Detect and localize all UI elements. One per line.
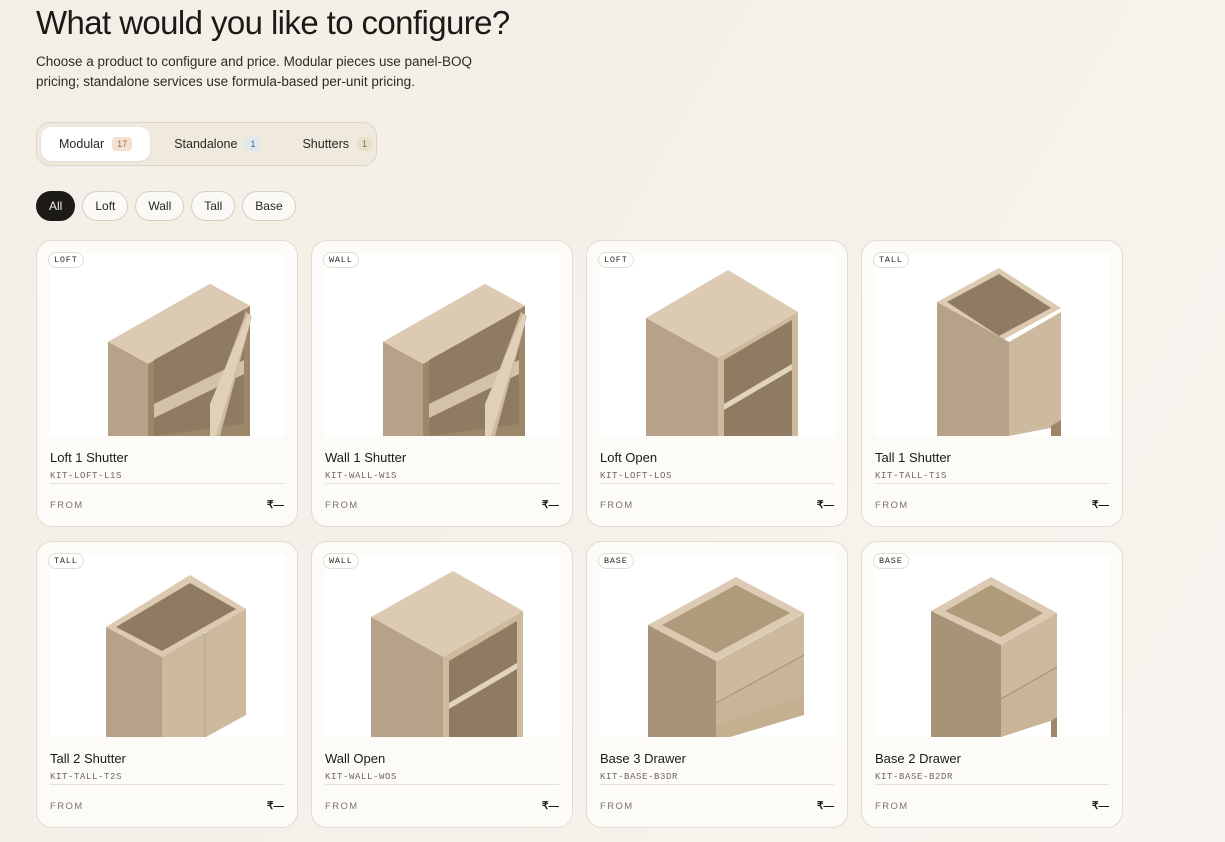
product-sku: KIT-TALL-T2S (50, 772, 123, 782)
tab-count-badge: 17 (112, 137, 133, 151)
price-value: ₹— (541, 499, 559, 511)
filter-chip-loft[interactable]: Loft (82, 191, 129, 221)
product-thumbnail (325, 555, 560, 737)
cabinet-open-shelves-icon (646, 270, 798, 436)
divider (600, 483, 834, 484)
product-name: Wall 1 Shutter (325, 450, 407, 465)
product-sku: KIT-BASE-B2DR (875, 772, 954, 782)
product-name: Loft 1 Shutter (50, 450, 129, 465)
category-tag: WALL (323, 553, 359, 569)
product-thumbnail (50, 254, 285, 436)
price-value: ₹— (266, 499, 284, 511)
product-card[interactable]: BASE Base 3 Drawer KIT-BASE-B3DR FROM ₹— (586, 541, 848, 828)
price-from-label: FROM (875, 801, 909, 812)
price-value: ₹— (541, 800, 559, 812)
product-sku: KIT-TALL-T1S (875, 471, 948, 481)
cabinet-three-drawer-icon (648, 577, 805, 737)
price-value: ₹— (266, 800, 284, 812)
tab-label: Shutters (302, 137, 350, 151)
tab-modular[interactable]: Modular 17 (41, 127, 151, 161)
product-name: Base 2 Drawer (875, 751, 961, 766)
product-sku: KIT-LOFT-LOS (600, 471, 673, 481)
page-subtitle: Choose a product to configure and price.… (36, 54, 473, 89)
filter-chips: All Loft Wall Tall Base (36, 191, 296, 221)
product-card[interactable]: WALL Wall 1 Shutter KIT-WALL-W1S FROM ₹— (311, 240, 573, 527)
filter-chip-base[interactable]: Base (242, 191, 296, 221)
price-value: ₹— (1091, 499, 1109, 511)
product-card[interactable]: BASE Base 2 Drawer KIT-BASE-B2DR FROM ₹— (861, 541, 1123, 828)
product-thumbnail (600, 555, 835, 737)
category-tag: WALL (323, 252, 359, 268)
divider (600, 784, 834, 785)
category-tag: BASE (873, 553, 909, 569)
tab-label: Modular (59, 137, 105, 151)
divider (50, 483, 284, 484)
tab-standalone[interactable]: Standalone 1 (156, 127, 278, 161)
product-sku: KIT-WALL-WOS (325, 772, 398, 782)
product-thumbnail (875, 555, 1110, 737)
tab-count-badge: 1 (245, 137, 261, 151)
product-name: Loft Open (600, 450, 658, 465)
cabinet-one-shutter-open-icon (108, 284, 252, 436)
product-card[interactable]: WALL Wall Open KIT-WALL-WOS FROM ₹— (311, 541, 573, 828)
page-title: What would you like to configure? (36, 4, 510, 41)
filter-chip-all[interactable]: All (36, 191, 76, 221)
tab-shutters[interactable]: Shutters 1 (284, 127, 390, 161)
cabinet-open-shelves-icon (371, 571, 523, 737)
tab-count-badge: 1 (357, 137, 373, 151)
cabinet-tall-two-shutter-icon (106, 575, 246, 737)
product-name: Base 3 Drawer (600, 751, 686, 766)
filter-chip-wall[interactable]: Wall (135, 191, 185, 221)
product-card[interactable]: LOFT Loft 1 Shutter KIT-LOFT-L1S FROM ₹— (36, 240, 298, 527)
price-value: ₹— (816, 800, 834, 812)
category-tag: BASE (598, 553, 634, 569)
product-card[interactable]: TALL Tall 2 Shutter KIT-TALL-T2S FROM ₹— (36, 541, 298, 828)
divider (50, 784, 284, 785)
category-tag: TALL (48, 553, 84, 569)
category-tag: LOFT (598, 252, 634, 268)
product-grid: LOFT Loft 1 Shutter KIT-LOFT-L1S FROM ₹— (36, 240, 1123, 828)
cabinet-two-drawer-icon (931, 577, 1058, 737)
price-value: ₹— (816, 499, 834, 511)
product-thumbnail (50, 555, 285, 737)
tab-label: Standalone (174, 137, 238, 151)
product-thumbnail (325, 254, 560, 436)
filter-chip-tall[interactable]: Tall (191, 191, 236, 221)
product-sku: KIT-WALL-W1S (325, 471, 398, 481)
product-thumbnail (600, 254, 835, 436)
cabinet-tall-one-shutter-icon (937, 268, 1061, 436)
price-value: ₹— (1091, 800, 1109, 812)
cabinet-one-shutter-open-icon (383, 284, 527, 436)
price-from-label: FROM (325, 500, 359, 511)
product-sku: KIT-BASE-B3DR (600, 772, 679, 782)
price-from-label: FROM (875, 500, 909, 511)
product-card[interactable]: LOFT Loft Open KIT-LOFT-LOS FROM ₹— (586, 240, 848, 527)
divider (325, 483, 559, 484)
divider (875, 784, 1109, 785)
price-from-label: FROM (50, 500, 84, 511)
price-from-label: FROM (600, 500, 634, 511)
price-from-label: FROM (600, 801, 634, 812)
price-from-label: FROM (50, 801, 84, 812)
category-tabs: Modular 17 Standalone 1 Shutters 1 (36, 122, 377, 166)
divider (875, 483, 1109, 484)
price-from-label: FROM (325, 801, 359, 812)
product-name: Tall 2 Shutter (50, 751, 126, 766)
product-name: Tall 1 Shutter (875, 450, 951, 465)
category-tag: LOFT (48, 252, 84, 268)
divider (325, 784, 559, 785)
product-sku: KIT-LOFT-L1S (50, 471, 123, 481)
product-thumbnail (875, 254, 1110, 436)
product-name: Wall Open (325, 751, 386, 766)
product-card[interactable]: TALL Tall 1 Shutter KIT-TALL-T1S FROM ₹— (861, 240, 1123, 527)
category-tag: TALL (873, 252, 909, 268)
